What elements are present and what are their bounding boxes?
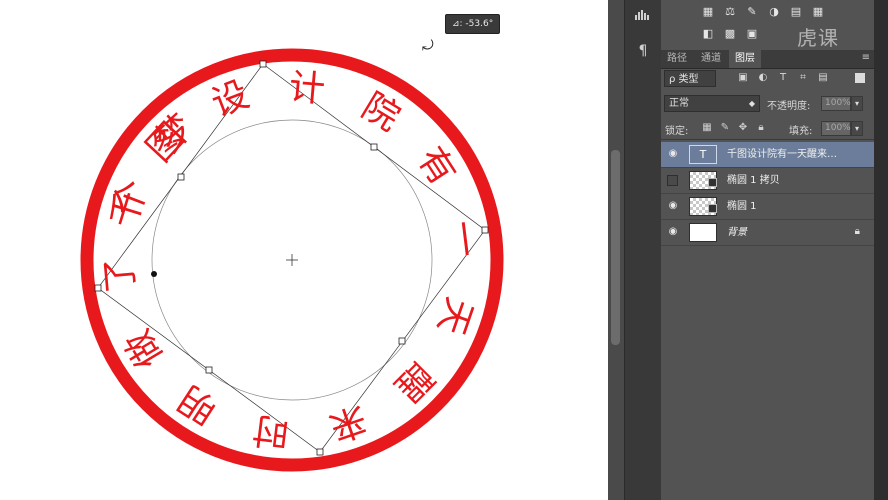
visibility-eye-icon[interactable]: ◉ [667,148,679,160]
rotation-readout: ⊿: -53.6° [445,14,501,34]
filter-smart-icon[interactable]: ▤ [817,72,829,84]
visibility-eye-icon[interactable]: ◉ [667,226,679,238]
lock-transparent-icon[interactable]: ▦ [701,122,713,134]
opacity-dropdown-icon[interactable]: ▾ [851,96,863,111]
fill-dropdown-icon[interactable]: ▾ [851,121,863,136]
layer-row-background[interactable]: ◉ 背景 🔒︎ [661,220,874,246]
filter-toggle-icon[interactable] [855,73,865,83]
layer-name[interactable]: 千图设计院有一天醒来… [727,142,852,167]
watermark-logo: 虎课 [797,26,839,50]
balance-icon[interactable]: ⚖ [723,6,737,18]
panel-edge [874,0,888,500]
align-icon[interactable]: ▦ [701,6,715,18]
blend-mode-select[interactable]: 正常 ◆ [664,95,760,112]
document-canvas[interactable]: 千图设计院有一天醒来时明做了个梦 ⊿: -53.6° ⤾ [0,0,608,500]
filter-kind-select[interactable]: ρ 类型 [664,70,716,87]
adjustments-icon[interactable]: ◑ [767,6,781,18]
layer-name[interactable]: 椭圆 1 [727,194,852,219]
lock-position-icon[interactable]: ✥ [737,122,749,134]
grid-icon[interactable]: ▦ [811,6,825,18]
styles-icon[interactable]: ▤ [789,6,803,18]
fill-label: 填充: [789,126,813,137]
blend-mode-value: 正常 [669,98,689,109]
rotate-cursor-icon: ⤾ [422,38,434,54]
stamp-char: 做 [118,323,172,375]
swatches-icon[interactable]: ▩ [723,28,737,40]
stamp-char: 来 [324,397,371,447]
histogram-icon[interactable] [631,6,655,28]
panel-tabs: 路径 通道 图层 ≡ [661,50,874,69]
lock-all-icon[interactable]: 🔒︎ [755,122,767,134]
shape-badge-icon [708,204,717,213]
shape-badge-icon [708,178,717,187]
tab-paths[interactable]: 路径 [661,50,693,68]
paragraph-icon[interactable]: ¶ [631,40,655,62]
transform-handle[interactable] [316,448,324,456]
visibility-off-box[interactable] [667,175,678,186]
panel-menu-icon[interactable]: ≡ [862,52,870,63]
stamp-char: 时 [251,408,292,453]
select-arrow-icon: ◆ [748,99,755,108]
clone-source-icon[interactable]: ▣ [745,28,759,40]
layer-row-text[interactable]: ◉ T 千图设计院有一天醒来… [661,142,874,168]
stamp-char: 一 [440,219,485,260]
layer-row-ellipse-copy[interactable]: 椭圆 1 拷贝 [661,168,874,194]
lock-icon: 🔒︎ [854,226,860,237]
layers-panel: ▦ ⚖ ✎ ◑ ▤ ▦ ◧ ▩ ▣ 虎课 路径 通道 图层 ≡ ρ 类型 ▣ ◐… [661,0,874,500]
stamp-char: 了 [99,255,143,294]
opacity-field[interactable]: 100% [821,96,851,111]
stamp-char: 计 [287,67,326,111]
stamp-char: 明 [172,377,225,431]
path-anchor-point [151,271,157,277]
layer-name[interactable]: 背景 [727,220,852,245]
panel-top-icons: ▦ ⚖ ✎ ◑ ▤ ▦ ◧ ▩ ▣ 虎课 [701,0,871,51]
filter-type-icon[interactable]: T [777,72,789,84]
filter-adjust-icon[interactable]: ◐ [757,72,769,84]
layer-filter-row: ρ 类型 ▣ ◐ T ⌗ ▤ [661,68,874,90]
stamp-artwork: 千图设计院有一天醒来时明做了个梦 [80,48,504,472]
lock-paint-icon[interactable]: ✎ [719,122,731,134]
visibility-eye-icon[interactable]: ◉ [667,200,679,212]
canvas-scrollbar[interactable] [608,0,624,500]
transform-handle[interactable] [177,173,185,181]
layer-name[interactable]: 椭圆 1 拷贝 [727,168,852,193]
layer-row-ellipse[interactable]: ◉ 椭圆 1 [661,194,874,220]
stamp-char: 天 [429,292,479,339]
tab-layers[interactable]: 图层 [729,50,761,68]
blend-row: 正常 ◆ 不透明度: 100% ▾ [661,94,874,114]
filter-pixel-icon[interactable]: ▣ [737,72,749,84]
transform-handle[interactable] [205,366,213,374]
crosshair-center [286,254,298,266]
scrollbar-thumb[interactable] [611,150,620,345]
fill-field[interactable]: 100% [821,121,851,136]
lock-label: 锁定: [665,126,689,137]
layers-list: ◉ T 千图设计院有一天醒来… 椭圆 1 拷贝 ◉ 椭圆 1 ◉ 背景 🔒︎ [661,142,874,246]
brush-preset-icon[interactable]: ✎ [745,6,759,18]
filter-shape-icon[interactable]: ⌗ [797,72,809,84]
transform-handle[interactable] [370,143,378,151]
transform-handle[interactable] [259,60,267,68]
tab-channels[interactable]: 通道 [695,50,727,68]
text-layer-thumbnail: T [689,145,717,164]
opacity-label: 不透明度: [767,101,811,112]
stamp-char: 设 [206,74,254,125]
stamp-char: 有 [409,140,463,193]
lock-row: 锁定: ▦ ✎ ✥ 🔒︎ 填充: 100% ▾ [661,119,874,140]
background-thumbnail [689,223,717,242]
collapsed-panel-strip: ¶ [624,0,662,500]
stamp-char: 院 [355,86,407,140]
character-icon[interactable]: ◧ [701,28,715,40]
transform-handle[interactable] [398,337,406,345]
